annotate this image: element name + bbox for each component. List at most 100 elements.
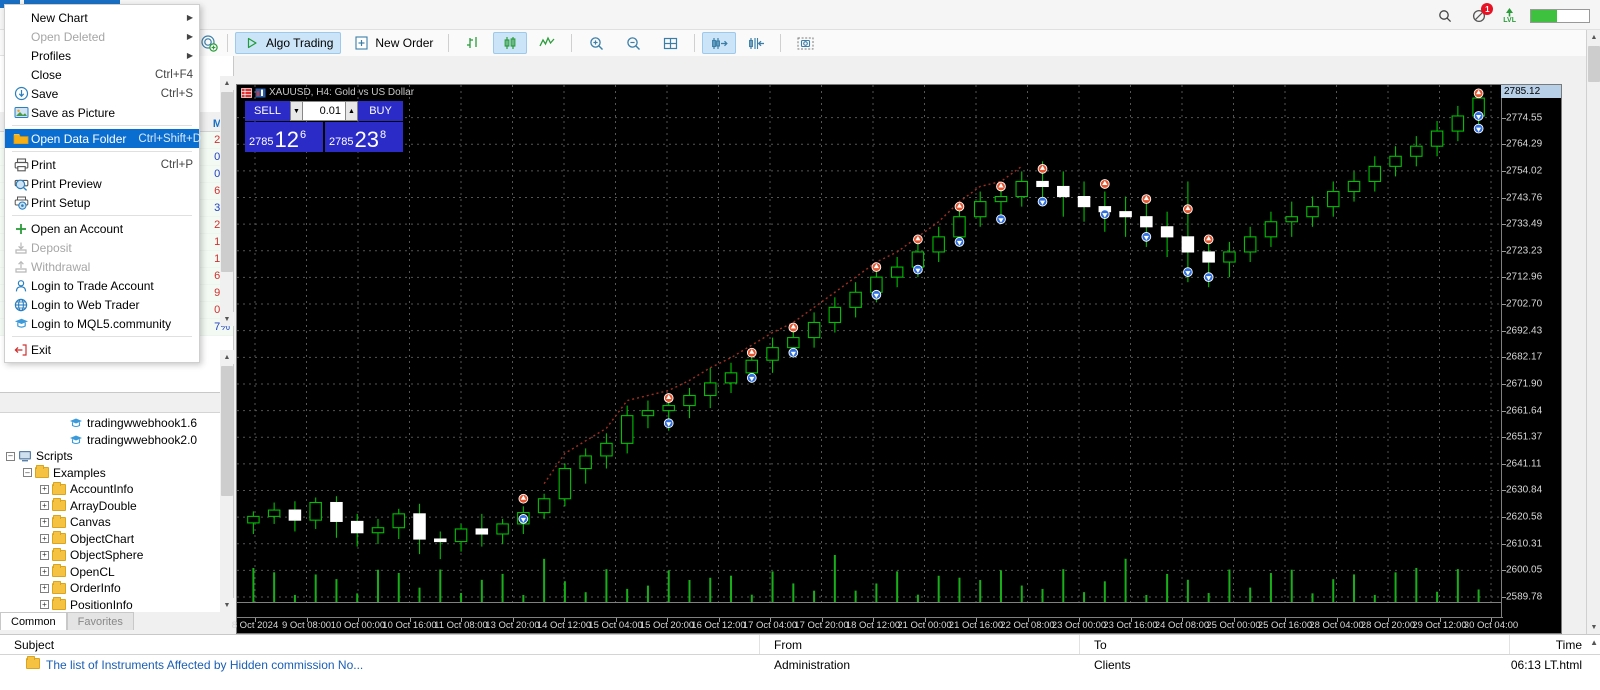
time-axis[interactable]: 8 Oct 2024 9 Oct 08:00 10 Oct 00:00 10 Oct … xyxy=(232,617,1518,633)
price-axis[interactable]: 2785.12 2774.55 2764.29 2754.02 2743.76 2733.… xyxy=(1501,85,1561,619)
menu-item-save[interactable]: Save Ctrl+S xyxy=(5,84,199,103)
menu-item-login-to-web-trader[interactable]: Login to Web Trader xyxy=(5,295,199,314)
volume-decrease-button[interactable]: ▼ xyxy=(290,101,303,121)
price-axis-tick xyxy=(1502,543,1506,545)
menu-item-save-as-picture[interactable]: Save as Picture xyxy=(5,103,199,122)
menu-item-print[interactable]: Print Ctrl+P xyxy=(5,155,199,174)
scroll-down-icon[interactable]: ▼ xyxy=(220,598,234,612)
scroll-down-icon[interactable]: ▼ xyxy=(220,312,234,326)
column-header-to[interactable]: To xyxy=(1080,635,1510,654)
menu-item-exit[interactable]: Exit xyxy=(5,340,199,359)
tab-common[interactable]: Common xyxy=(0,612,67,630)
tile-windows-button[interactable] xyxy=(653,32,687,54)
expand-plus-icon[interactable]: + xyxy=(38,549,51,562)
expand-plus-icon[interactable]: + xyxy=(38,565,51,578)
volume-input[interactable]: 0.01 xyxy=(303,101,345,121)
new-order-button[interactable]: New Order xyxy=(344,32,441,54)
column-header-from[interactable]: From xyxy=(760,635,1080,654)
navigator-item-label: OpenCL xyxy=(70,564,115,579)
time-axis-tick xyxy=(1027,618,1029,622)
navigator-item-canvas[interactable]: + Canvas xyxy=(4,514,233,531)
shift-end-button[interactable] xyxy=(702,32,737,54)
algo-trading-button[interactable]: Algo Trading xyxy=(235,32,342,54)
scroll-up-icon[interactable]: ▲ xyxy=(220,350,234,364)
sell-button[interactable]: SELL xyxy=(245,101,290,121)
buy-price-quote[interactable]: 2785 23 8 xyxy=(325,122,403,152)
navigator-item-tradingwwebhook1-6[interactable]: tradingwwebhook1.6 xyxy=(4,415,233,432)
expand-plus-icon[interactable]: + xyxy=(38,532,51,545)
menu-item-profiles[interactable]: Profiles ▶ xyxy=(5,46,199,65)
mailbox-header: Subject From To Time ▲ xyxy=(0,635,1600,655)
tab-favorites[interactable]: Favorites xyxy=(66,612,134,630)
expand-plus-icon[interactable]: + xyxy=(38,483,51,496)
bar-chart-button[interactable] xyxy=(456,32,490,54)
collapse-minus-icon[interactable]: – xyxy=(21,466,34,479)
balance-progress-bar[interactable] xyxy=(1530,9,1590,23)
scroll-up-icon[interactable]: ▲ xyxy=(220,76,234,90)
menu-item-login-to-mql5-community[interactable]: Login to MQL5.community xyxy=(5,314,199,333)
window-scrollbar[interactable]: ▲ ▼ xyxy=(1586,30,1600,634)
navigator-item-scripts[interactable]: – Scripts xyxy=(4,448,233,465)
scroll-up-icon[interactable]: ▲ xyxy=(1587,30,1600,44)
screenshot-button[interactable] xyxy=(788,32,822,54)
menu-item-login-to-trade-account[interactable]: Login to Trade Account xyxy=(5,276,199,295)
collapse-minus-icon[interactable]: – xyxy=(4,450,17,463)
one-click-trading-panel[interactable]: SELL ▼ 0.01 ▲ BUY 2785 12 6 2785 23 8 xyxy=(245,101,403,152)
expand-plus-icon[interactable]: + xyxy=(38,516,51,529)
expand-plus-icon[interactable]: + xyxy=(38,598,51,611)
column-header-time[interactable]: Time xyxy=(1510,635,1600,654)
scroll-up-icon[interactable]: ▲ xyxy=(1590,638,1598,647)
menu-item-print-preview[interactable]: Print Preview xyxy=(5,174,199,193)
volume-increase-button[interactable]: ▲ xyxy=(345,101,358,121)
navigator-item-label: Examples xyxy=(53,465,106,480)
chart-window[interactable]: XAUUSD, H4: Gold vs US Dollar SELL ▼ 0.0… xyxy=(232,84,1562,634)
file-menu-popup[interactable]: New Chart ▶ Open Deleted ▶ Profiles ▶ Close Ctr… xyxy=(4,4,201,363)
sell-price-fraction: 6 xyxy=(299,129,307,141)
menu-item-open-deleted: Open Deleted ▶ xyxy=(5,27,199,46)
scrollbar-thumb[interactable] xyxy=(221,92,233,272)
buy-button[interactable]: BUY xyxy=(358,101,403,121)
menu-item-open-data-folder[interactable]: Open Data Folder Ctrl+Shift+D xyxy=(5,129,201,148)
chart-plot-area[interactable] xyxy=(237,85,1503,619)
menu-item-label: Save xyxy=(31,86,59,101)
expand-plus-icon[interactable]: + xyxy=(38,499,51,512)
navigator-item-positioninfo[interactable]: + PositionInfo xyxy=(4,597,233,613)
notification-bell-icon[interactable]: 1 xyxy=(1469,3,1494,26)
navigator-item-orderinfo[interactable]: + OrderInfo xyxy=(4,580,233,597)
navigator-item-tradingwwebhook2-0[interactable]: tradingwwebhook2.0 xyxy=(4,432,233,449)
sell-price-quote[interactable]: 2785 12 6 xyxy=(245,122,323,152)
menu-item-label: Print xyxy=(31,157,56,172)
navigator-item-objectsphere[interactable]: + ObjectSphere xyxy=(4,547,233,564)
mailbox-row[interactable]: The list of Instruments Affected by Hidd… xyxy=(0,655,1600,675)
menu-item-new-chart[interactable]: New Chart ▶ xyxy=(5,8,199,27)
candlestick-chart-button[interactable] xyxy=(493,32,528,54)
add-indicator-icon[interactable] xyxy=(200,34,218,52)
title-bar: 1 LVL xyxy=(0,0,1600,30)
column-header-subject[interactable]: Subject xyxy=(0,635,760,654)
navigator-item-opencl[interactable]: + OpenCL xyxy=(4,564,233,581)
navigator-item-examples[interactable]: – Examples xyxy=(4,465,233,482)
menu-item-label: Deposit xyxy=(31,240,72,255)
price-axis-label: 2692.43 xyxy=(1506,325,1543,337)
search-icon[interactable] xyxy=(1435,6,1455,26)
menu-item-print-setup[interactable]: Print Setup xyxy=(5,193,199,212)
market-watch-scrollbar[interactable]: ▲ ▼ xyxy=(220,76,234,326)
zoom-in-button[interactable] xyxy=(579,32,613,54)
navigator-item-arraydouble[interactable]: + ArrayDouble xyxy=(4,498,233,515)
menu-item-open-an-account[interactable]: Open an Account xyxy=(5,219,199,238)
navigator-item-accountinfo[interactable]: + AccountInfo xyxy=(4,481,233,498)
level-indicator-icon[interactable]: LVL xyxy=(1503,8,1516,24)
folder-icon xyxy=(51,481,67,496)
mail-subject-cell[interactable]: The list of Instruments Affected by Hidd… xyxy=(0,656,760,672)
zoom-out-button[interactable] xyxy=(616,32,650,54)
menu-item-label: Profiles xyxy=(31,48,72,63)
navigator-item-objectchart[interactable]: + ObjectChart xyxy=(4,531,233,548)
line-chart-button[interactable] xyxy=(530,32,564,54)
scrollbar-thumb[interactable] xyxy=(1588,46,1600,82)
navigator-scrollbar[interactable]: ▲ ▼ xyxy=(220,350,234,612)
scroll-down-icon[interactable]: ▼ xyxy=(1587,620,1600,634)
menu-item-close[interactable]: Close Ctrl+F4 xyxy=(5,65,199,84)
expand-plus-icon[interactable]: + xyxy=(38,582,51,595)
auto-scroll-button[interactable] xyxy=(739,32,773,54)
scrollbar-thumb[interactable] xyxy=(221,366,233,496)
